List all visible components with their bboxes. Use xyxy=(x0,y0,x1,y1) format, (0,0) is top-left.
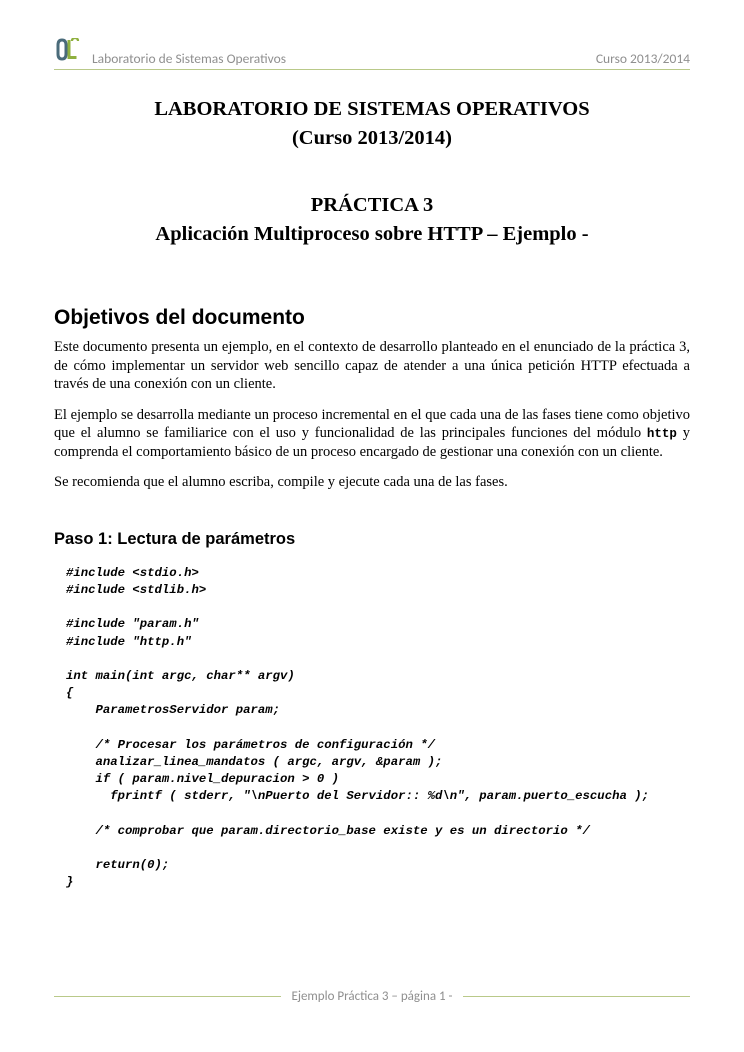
paragraph-2a: El ejemplo se desarrolla mediante un pro… xyxy=(54,407,690,442)
document-page: Laboratorio de Sistemas Operativos Curso… xyxy=(0,0,744,892)
step1-heading: Paso 1: Lectura de parámetros xyxy=(54,530,690,549)
footer-rule-left xyxy=(54,996,281,997)
title-line1: LABORATORIO DE SISTEMAS OPERATIVOS xyxy=(54,98,690,121)
footer-line: Ejemplo Práctica 3 – página 1 - xyxy=(54,989,690,1004)
section-heading-objectives: Objetivos del documento xyxy=(54,306,690,330)
page-header: Laboratorio de Sistemas Operativos Curso… xyxy=(54,38,690,70)
practice-title: Aplicación Multiproceso sobre HTTP – Eje… xyxy=(54,223,690,246)
paragraph-1: Este documento presenta un ejemplo, en e… xyxy=(54,338,690,394)
title-line2: (Curso 2013/2014) xyxy=(54,127,690,150)
inline-code-http: http xyxy=(647,427,677,441)
footer-rule-right xyxy=(463,996,690,997)
header-lab-text: Laboratorio de Sistemas Operativos xyxy=(92,50,286,67)
step1-code-block: #include <stdio.h> #include <stdlib.h> #… xyxy=(66,565,690,892)
header-left: Laboratorio de Sistemas Operativos xyxy=(54,38,286,67)
logo-icon xyxy=(54,38,82,67)
page-footer: Ejemplo Práctica 3 – página 1 - xyxy=(54,989,690,1004)
practice-number: PRÁCTICA 3 xyxy=(54,194,690,217)
title-block: LABORATORIO DE SISTEMAS OPERATIVOS (Curs… xyxy=(54,98,690,246)
paragraph-2: El ejemplo se desarrolla mediante un pro… xyxy=(54,406,690,462)
header-course-text: Curso 2013/2014 xyxy=(596,50,690,67)
footer-text: Ejemplo Práctica 3 – página 1 - xyxy=(291,989,452,1004)
paragraph-3: Se recomienda que el alumno escriba, com… xyxy=(54,473,690,492)
